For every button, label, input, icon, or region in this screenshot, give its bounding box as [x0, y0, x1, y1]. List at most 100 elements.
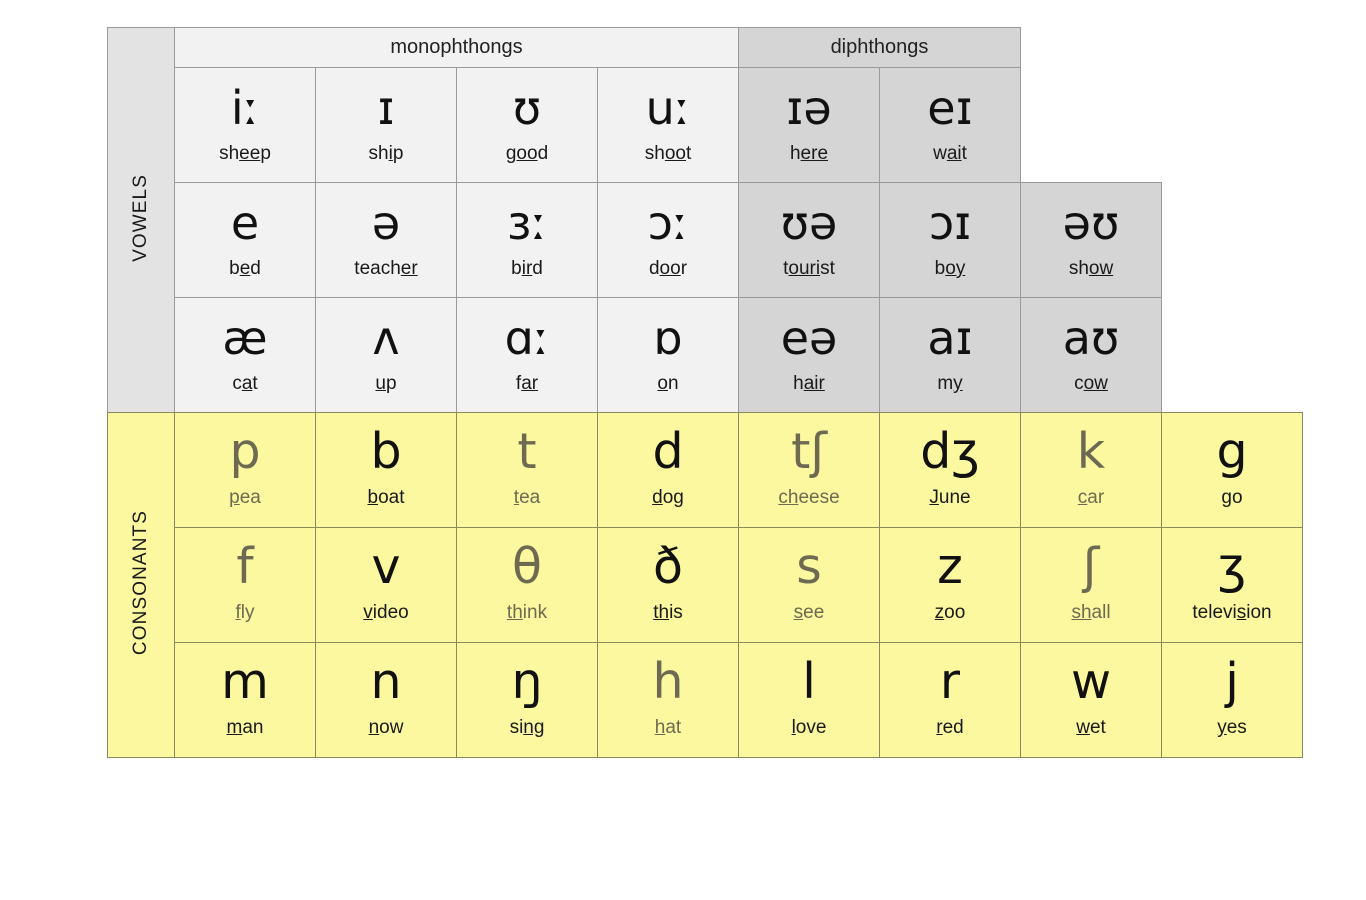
- phoneme-cell[interactable]: eɪ wait: [879, 67, 1021, 183]
- example-word: boat: [367, 487, 405, 508]
- example-word: shoot: [644, 143, 692, 164]
- phoneme-cell[interactable]: tʃ cheese: [738, 412, 880, 528]
- empty-cell: [1020, 67, 1162, 183]
- phoneme-cell[interactable]: j yes: [1161, 642, 1303, 758]
- example-word: love: [791, 717, 827, 738]
- phoneme-cell[interactable]: g go: [1161, 412, 1303, 528]
- phoneme-cell[interactable]: ð this: [597, 527, 739, 643]
- phoneme-symbol: ɑː: [504, 311, 550, 365]
- phoneme-cell[interactable]: ɪ ship: [315, 67, 457, 183]
- vowels-label-text: VOWELS: [130, 173, 151, 262]
- phoneme-symbol: əʊ: [1062, 196, 1120, 250]
- phoneme-symbol: ʌ: [372, 311, 400, 365]
- phoneme-symbol: aɪ: [927, 311, 973, 365]
- phoneme-cell[interactable]: uː shoot: [597, 67, 739, 183]
- phoneme-cell[interactable]: ʃ shall: [1020, 527, 1162, 643]
- example-word: door: [648, 258, 688, 279]
- header-monophthongs: monophthongs: [174, 27, 739, 68]
- phoneme-cell[interactable]: r red: [879, 642, 1021, 758]
- phoneme-cell[interactable]: e bed: [174, 182, 316, 298]
- phoneme-cell[interactable]: ɑː far: [456, 297, 598, 413]
- phoneme-cell[interactable]: l love: [738, 642, 880, 758]
- phoneme-cell[interactable]: z zoo: [879, 527, 1021, 643]
- phoneme-cell[interactable]: b boat: [315, 412, 457, 528]
- phoneme-cell[interactable]: aʊ cow: [1020, 297, 1162, 413]
- phoneme-symbol: b: [370, 423, 402, 480]
- example-word: sheep: [219, 143, 271, 164]
- phoneme-cell[interactable]: iː sheep: [174, 67, 316, 183]
- example-word: yes: [1217, 717, 1247, 738]
- example-word: now: [368, 717, 404, 738]
- phoneme-cell[interactable]: w wet: [1020, 642, 1162, 758]
- header-row: VOWELS monophthongs diphthongs: [107, 27, 1162, 413]
- example-word-highlight: ow: [1088, 258, 1114, 279]
- example-word-highlight: oy: [945, 258, 966, 279]
- phoneme-cell[interactable]: æ cat: [174, 297, 316, 413]
- example-word-highlight: b: [367, 487, 379, 508]
- example-word: cheese: [778, 487, 840, 508]
- phoneme-cell[interactable]: ɔː door: [597, 182, 739, 298]
- phoneme-cell[interactable]: n now: [315, 642, 457, 758]
- phoneme-symbol: f: [236, 538, 254, 595]
- phoneme-cell[interactable]: k car: [1020, 412, 1162, 528]
- phoneme-symbol: n: [370, 653, 402, 710]
- vowels-section-label: VOWELS: [107, 27, 175, 413]
- phoneme-symbol: uː: [645, 81, 691, 135]
- phoneme-symbol: eə: [780, 311, 838, 365]
- phoneme-cell[interactable]: m man: [174, 642, 316, 758]
- example-word: ship: [368, 143, 404, 164]
- phoneme-cell[interactable]: ɔɪ boy: [879, 182, 1021, 298]
- phoneme-cell[interactable]: t tea: [456, 412, 598, 528]
- example-word-highlight: h: [654, 717, 666, 738]
- example-word-highlight: th: [653, 602, 670, 623]
- phoneme-cell[interactable]: ŋ sing: [456, 642, 598, 758]
- phoneme-cell[interactable]: s see: [738, 527, 880, 643]
- phoneme-symbol: ŋ: [511, 653, 543, 710]
- consonants-label-text: CONSONANTS: [130, 509, 151, 656]
- phoneme-cell[interactable]: f fly: [174, 527, 316, 643]
- example-word: wait: [933, 143, 967, 164]
- phoneme-cell[interactable]: ʒ television: [1161, 527, 1303, 643]
- phoneme-symbol: g: [1216, 423, 1248, 480]
- phoneme-symbol: w: [1070, 653, 1112, 710]
- phoneme-cell[interactable]: ɒ on: [597, 297, 739, 413]
- phoneme-cell[interactable]: ɪə here: [738, 67, 880, 183]
- phoneme-cell[interactable]: h hat: [597, 642, 739, 758]
- phoneme-cell[interactable]: əʊ show: [1020, 182, 1162, 298]
- phoneme-cell[interactable]: dʒ June: [879, 412, 1021, 528]
- phoneme-cell[interactable]: aɪ my: [879, 297, 1021, 413]
- phoneme-cell[interactable]: d dog: [597, 412, 739, 528]
- phoneme-cell[interactable]: p pea: [174, 412, 316, 528]
- example-word: hair: [793, 373, 825, 394]
- example-word: this: [653, 602, 683, 623]
- example-word-highlight: oo: [664, 143, 686, 164]
- example-word-highlight: c: [1077, 487, 1088, 508]
- example-word-highlight: ere: [800, 143, 829, 164]
- example-word: shall: [1071, 602, 1111, 623]
- phoneme-cell[interactable]: ɜː bird: [456, 182, 598, 298]
- example-word-highlight: ch: [778, 487, 799, 508]
- example-word-highlight: s: [793, 602, 804, 623]
- example-word: bird: [511, 258, 543, 279]
- example-word-highlight: air: [803, 373, 825, 394]
- phoneme-cell[interactable]: θ think: [456, 527, 598, 643]
- example-word: bed: [229, 258, 261, 279]
- phoneme-symbol: r: [939, 653, 961, 710]
- phoneme-cell[interactable]: ʊ good: [456, 67, 598, 183]
- example-word: on: [657, 373, 679, 394]
- phoneme-cell[interactable]: eə hair: [738, 297, 880, 413]
- phoneme-symbol: s: [796, 538, 822, 595]
- example-word-highlight: sh: [1071, 602, 1092, 623]
- example-word-highlight: a: [241, 373, 253, 394]
- example-word: car: [1077, 487, 1105, 508]
- phoneme-cell[interactable]: ʊə tourist: [738, 182, 880, 298]
- phoneme-symbol: ɔː: [647, 196, 689, 250]
- phoneme-cell[interactable]: v video: [315, 527, 457, 643]
- phoneme-symbol: k: [1076, 423, 1106, 480]
- phoneme-cell[interactable]: ʌ up: [315, 297, 457, 413]
- example-word-highlight: d: [652, 487, 663, 508]
- phoneme-symbol: ʊ: [512, 81, 542, 135]
- phoneme-cell[interactable]: ə teacher: [315, 182, 457, 298]
- phoneme-symbol: ɜː: [507, 196, 547, 250]
- phoneme-symbol: ʒ: [1217, 538, 1247, 595]
